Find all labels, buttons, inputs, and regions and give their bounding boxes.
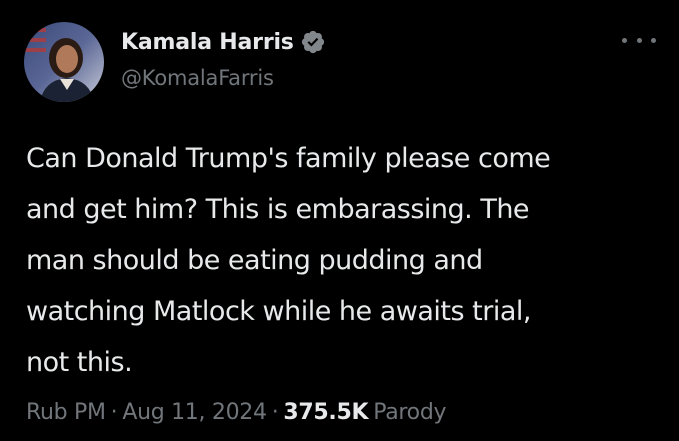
tweet-card: Kamala Harris @KomalaFarris Can Donald T…	[0, 0, 679, 441]
meta-separator: ·	[271, 400, 279, 425]
meta-separator: ·	[110, 400, 118, 425]
more-dot	[651, 37, 656, 43]
tweet-meta: Rub PM · Aug 11, 2024 · 375.5K Parody	[26, 400, 447, 425]
verified-badge-icon	[300, 29, 326, 55]
tweet-text: Can Donald Trump's family please come an…	[26, 133, 666, 388]
tweet-time[interactable]: Rub PM	[26, 400, 106, 425]
tweet-text-line: watching Matlock while he awaits trial,	[26, 296, 531, 327]
more-dot	[636, 37, 642, 43]
views-label: Parody	[373, 400, 447, 425]
tweet-text-line: and get him? This is embarassing. The	[26, 194, 530, 225]
avatar[interactable]	[24, 22, 104, 102]
display-name[interactable]: Kamala Harris	[121, 30, 294, 55]
tweet-text-line: man should be eating pudding and	[26, 245, 483, 276]
display-name-row: Kamala Harris	[121, 26, 326, 58]
tweet-text-line: Can Donald Trump's family please come	[26, 143, 551, 174]
views-count[interactable]: 375.5K	[283, 400, 368, 425]
more-dot	[622, 37, 627, 43]
author-handle[interactable]: @KomalaFarris	[121, 66, 274, 90]
tweet-text-line: not this.	[26, 347, 133, 378]
tweet-date[interactable]: Aug 11, 2024	[122, 400, 267, 425]
avatar-image	[24, 22, 104, 102]
more-options-icon[interactable]	[622, 32, 656, 48]
